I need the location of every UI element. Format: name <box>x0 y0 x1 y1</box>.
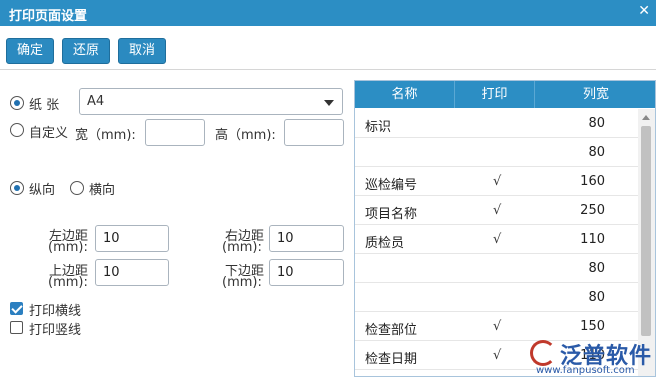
width-label: 宽（mm): <box>75 128 136 143</box>
paper-size-value: A4 <box>87 94 105 109</box>
left-margin-input[interactable]: 10 <box>95 225 169 252</box>
landscape-label: 横向 <box>89 183 116 198</box>
paper-mode-label: 纸 张 <box>29 98 60 113</box>
cell-width: 150 <box>580 319 605 334</box>
table-row[interactable]: 检查部位 √ 150 <box>355 312 639 341</box>
table-row[interactable]: 巡检编号 √ 160 <box>355 167 639 196</box>
cell-width: 80 <box>588 261 605 276</box>
cell-width: 160 <box>580 174 605 189</box>
restore-button[interactable]: 还原 <box>62 38 110 64</box>
brand-logo-icon <box>530 340 556 366</box>
grid-header-name[interactable]: 名称 <box>355 81 455 108</box>
portrait-radio[interactable] <box>10 181 24 195</box>
dialog-title: 打印页面设置 <box>9 9 88 24</box>
bottom-margin-unit: (mm): <box>222 275 262 290</box>
cell-name: 检查部位 <box>365 323 418 338</box>
cell-name: 巡检编号 <box>365 178 418 193</box>
confirm-button[interactable]: 确定 <box>6 38 54 64</box>
cell-name: 标识 <box>365 120 392 135</box>
cell-width: 250 <box>580 203 605 218</box>
table-row[interactable]: 80 <box>355 283 639 312</box>
cell-width: 80 <box>588 290 605 305</box>
portrait-label: 纵向 <box>29 183 56 198</box>
cell-name: 质检员 <box>365 236 405 251</box>
cell-width: 110 <box>580 232 605 247</box>
custom-mode-radio[interactable] <box>10 123 24 137</box>
brand-url: www.fanpusoft.com <box>536 365 635 376</box>
height-input[interactable] <box>284 119 344 146</box>
cancel-button[interactable]: 取消 <box>118 38 166 64</box>
print-vlines-checkbox[interactable] <box>10 321 23 334</box>
height-label: 高（mm): <box>215 128 276 143</box>
cell-width: 80 <box>588 145 605 160</box>
cell-print: √ <box>493 232 502 247</box>
cell-print: √ <box>493 348 502 363</box>
bottom-margin-input[interactable]: 10 <box>269 259 344 286</box>
cell-name: 检查日期 <box>365 352 418 367</box>
paper-mode-radio[interactable] <box>10 96 24 110</box>
width-input[interactable] <box>145 119 205 146</box>
table-row[interactable]: 80 <box>355 254 639 283</box>
landscape-radio[interactable] <box>70 181 84 195</box>
table-row[interactable]: 质检员 √ 110 <box>355 225 639 254</box>
grid-scrollbar[interactable] <box>638 109 655 376</box>
chevron-down-icon <box>324 100 334 106</box>
cell-print: √ <box>493 174 502 189</box>
grid-header-width[interactable]: 列宽 <box>535 81 655 108</box>
right-margin-input[interactable]: 10 <box>269 225 344 252</box>
brand-watermark: 泛普软件 www.fanpusoft.com <box>530 338 655 378</box>
cell-name: 项目名称 <box>365 207 418 222</box>
right-margin-unit: (mm): <box>222 240 262 255</box>
top-margin-input[interactable]: 10 <box>95 259 169 286</box>
table-row[interactable]: 标识 80 <box>355 109 639 138</box>
toolbar: 确定 还原 取消 <box>0 26 656 70</box>
custom-mode-label: 自定义 <box>29 126 69 141</box>
print-hlines-checkbox[interactable] <box>10 302 23 315</box>
print-hlines-label: 打印横线 <box>29 304 82 319</box>
top-margin-unit: (mm): <box>48 275 88 290</box>
table-row[interactable]: 项目名称 √ 250 <box>355 196 639 225</box>
grid-header: 名称 打印 列宽 <box>355 81 655 108</box>
grid-header-print[interactable]: 打印 <box>455 81 535 108</box>
left-margin-unit: (mm): <box>48 240 88 255</box>
print-vlines-label: 打印竖线 <box>29 323 82 338</box>
scroll-up-icon[interactable] <box>642 115 650 120</box>
cell-print: √ <box>493 203 502 218</box>
scrollbar-thumb[interactable] <box>641 126 651 336</box>
cell-width: 80 <box>588 116 605 131</box>
paper-size-select[interactable]: A4 <box>79 88 343 115</box>
dialog-titlebar: 打印页面设置 ✕ <box>0 0 656 26</box>
close-icon[interactable]: ✕ <box>638 3 650 19</box>
columns-grid: 名称 打印 列宽 标识 80 80 巡检编号 √ 160 项目名称 √ 250 … <box>354 80 656 377</box>
cell-print: √ <box>493 319 502 334</box>
table-row[interactable]: 80 <box>355 138 639 167</box>
